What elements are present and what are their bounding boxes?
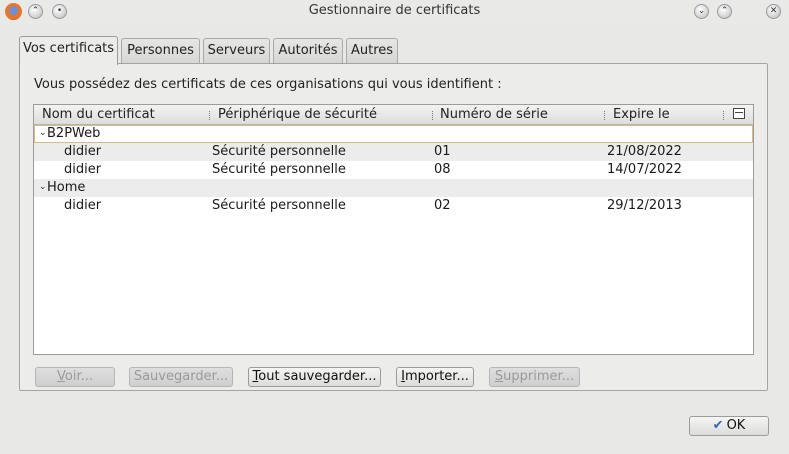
tree-header: Nom du certificat Périphérique de sécuri… <box>34 105 753 125</box>
cert-expires: 21/08/2022 <box>607 144 682 159</box>
column-separator[interactable] <box>432 111 435 120</box>
cert-name: didier <box>64 144 102 159</box>
group-name: B2PWeb <box>47 126 101 141</box>
column-separator[interactable] <box>723 111 726 120</box>
save-all-button[interactable]: Tout sauvegarder... <box>248 367 381 387</box>
cert-serial: 01 <box>434 144 451 159</box>
column-picker-icon[interactable] <box>733 108 745 119</box>
cert-device: Sécurité personnelle <box>212 162 346 177</box>
minimize-button[interactable]: ⌄ <box>694 4 709 19</box>
table-row[interactable]: didier Sécurité personnelle 08 14/07/202… <box>34 161 753 179</box>
save-button[interactable]: Sauvegarder... <box>129 367 233 387</box>
view-button[interactable]: Voir... <box>35 367 115 387</box>
column-header-expires[interactable]: Expire le <box>613 107 670 122</box>
tree-group-row[interactable]: ⌄ Home <box>34 179 753 197</box>
ok-button-label: OK <box>726 418 746 433</box>
save-all-button-label: out sauvegarder... <box>258 369 377 384</box>
cert-name: didier <box>64 162 102 177</box>
tree-group-row[interactable]: ⌄ B2PWeb <box>34 125 753 143</box>
table-row[interactable]: didier Sécurité personnelle 01 21/08/202… <box>34 143 753 161</box>
delete-button-mnemonic: S <box>494 369 504 384</box>
cert-serial: 02 <box>434 198 451 213</box>
cert-device: Sécurité personnelle <box>212 144 346 159</box>
cert-serial: 08 <box>434 162 451 177</box>
view-button-label: oir... <box>64 369 93 384</box>
import-button[interactable]: Importer... <box>396 367 474 387</box>
save-button-label-end: arder... <box>182 369 229 384</box>
column-separator[interactable] <box>209 111 212 120</box>
delete-button-label: upprimer... <box>503 369 575 384</box>
certificate-tree[interactable]: Nom du certificat Périphérique de sécuri… <box>33 104 754 355</box>
cert-device: Sécurité personnelle <box>212 198 346 213</box>
cert-expires: 29/12/2013 <box>607 198 682 213</box>
window-title: Gestionnaire de certificats <box>308 3 481 18</box>
column-header-device[interactable]: Périphérique de sécurité <box>218 107 377 122</box>
column-separator[interactable] <box>604 111 607 120</box>
tab-autres[interactable]: Autres <box>346 38 398 63</box>
delete-button[interactable]: Supprimer... <box>489 367 580 387</box>
intro-text: Vous possédez des certificats de ces org… <box>34 77 502 92</box>
view-button-mnemonic: V <box>56 369 65 384</box>
cert-name: didier <box>64 198 102 213</box>
checkmark-icon: ✔ <box>712 418 724 433</box>
expand-twisty-icon[interactable]: ⌄ <box>39 128 47 138</box>
column-header-serial[interactable]: Numéro de série <box>440 107 548 122</box>
group-name: Home <box>47 180 86 195</box>
tab-vos-certificats[interactable]: Vos certificats <box>19 36 118 65</box>
cert-expires: 14/07/2022 <box>607 162 682 177</box>
maximize-button[interactable]: ⌃ <box>717 4 732 19</box>
expand-twisty-icon[interactable]: ⌄ <box>39 182 47 192</box>
import-button-label: mporter... <box>404 369 469 384</box>
close-button[interactable]: ✕ <box>766 4 781 19</box>
tab-serveurs[interactable]: Serveurs <box>203 38 270 63</box>
table-row[interactable]: didier Sécurité personnelle 02 29/12/201… <box>34 197 753 215</box>
column-header-name[interactable]: Nom du certificat <box>42 107 155 122</box>
save-button-label-start: Sauve <box>133 369 174 384</box>
tab-autorites[interactable]: Autorités <box>273 38 343 63</box>
ok-button[interactable]: ✔ OK <box>689 416 769 436</box>
tab-personnes[interactable]: Personnes <box>121 38 200 63</box>
